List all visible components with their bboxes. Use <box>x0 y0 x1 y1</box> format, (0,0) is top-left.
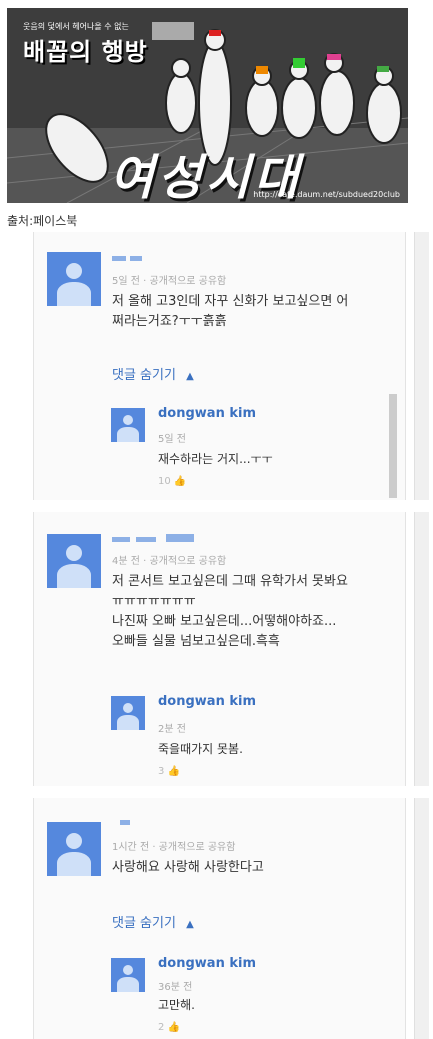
avatar[interactable] <box>111 408 145 442</box>
comment-text-line: 쩌라는거죠?ㅜㅜ흙흙 <box>112 314 227 329</box>
avatar[interactable] <box>47 252 101 306</box>
comment-text-line: 나진짜 오빠 보고싶은데...어떻해야하죠... <box>112 614 337 629</box>
hide-comments-button[interactable]: 댓글 숨기기 ▲ <box>112 364 194 383</box>
thumbs-up-icon: 👍 <box>164 1022 181 1033</box>
reply-likes[interactable]: 3 👍 <box>158 766 180 777</box>
comment-meta: 4분 전 · 공개적으로 공유함 <box>112 556 227 567</box>
reply-meta: 2분 전 <box>158 724 186 735</box>
avatar[interactable] <box>111 696 145 730</box>
side-panel <box>414 232 429 500</box>
reply-likes[interactable]: 2 👍 <box>158 1022 180 1033</box>
avatar[interactable] <box>47 534 101 588</box>
reply-author[interactable]: dongwan kim <box>158 406 256 421</box>
reply-text: 재수하라는 거지...ㅜㅜ <box>158 452 273 466</box>
side-panel <box>414 512 429 786</box>
comment-card: 5일 전 · 공개적으로 공유함 저 올해 고3인데 자꾸 신화가 보고싶으면 … <box>33 232 406 500</box>
comment-text-line: 저 올해 고3인데 자꾸 신화가 보고싶으면 어 <box>112 294 349 309</box>
comment-text-line: 오빠들 실물 넘보고싶은데.흑흑 <box>112 634 280 649</box>
redacted-name <box>112 537 130 542</box>
chevron-up-icon: ▲ <box>186 919 194 930</box>
comment-text-line: ㅠㅠㅠㅠㅠㅠㅠ <box>112 594 196 609</box>
comment-card: 4분 전 · 공개적으로 공유함 저 콘서트 보고싶은데 그때 유학가서 못봐요… <box>33 512 406 786</box>
comment-meta: 5일 전 · 공개적으로 공유함 <box>112 276 227 287</box>
avatar[interactable] <box>111 958 145 992</box>
comment-text-line: 저 콘서트 보고싶은데 그때 유학가서 못봐요 <box>112 574 348 589</box>
redacted-name <box>112 256 126 261</box>
thumbs-up-icon: 👍 <box>164 766 181 777</box>
redacted-name <box>166 534 194 542</box>
source-label: 출처:페이스북 <box>7 214 78 228</box>
thumbs-up-icon: 👍 <box>170 476 187 487</box>
side-panel <box>414 798 429 1039</box>
banner-image: 웃음의 덫에서 헤어나올 수 없는 배꼽의 행방 여성시대 http://caf… <box>7 8 408 203</box>
banner-title: 배꼽의 행방 <box>23 38 148 66</box>
chevron-up-icon: ▲ <box>186 371 194 382</box>
hide-comments-label: 댓글 숨기기 <box>112 916 176 931</box>
avatar[interactable] <box>47 822 101 876</box>
scrollbar[interactable] <box>389 394 397 498</box>
reply-author[interactable]: dongwan kim <box>158 956 256 971</box>
reply-author[interactable]: dongwan kim <box>158 694 256 709</box>
reply-text: 죽을때가지 못봄. <box>158 742 243 756</box>
redacted-name <box>130 256 142 261</box>
reply-likes[interactable]: 10 👍 <box>158 476 186 487</box>
hide-comments-label: 댓글 숨기기 <box>112 368 176 383</box>
comment-text-line: 사랑해요 사랑해 사랑한다고 <box>112 860 264 875</box>
redacted-name <box>136 537 156 542</box>
reply-text: 고만해. <box>158 998 195 1012</box>
comment-meta: 1시간 전 · 공개적으로 공유함 <box>112 842 236 853</box>
comment-card: 1시간 전 · 공개적으로 공유함 사랑해요 사랑해 사랑한다고 댓글 숨기기 … <box>33 798 406 1039</box>
hide-comments-button[interactable]: 댓글 숨기기 ▲ <box>112 912 194 931</box>
banner-tagline: 웃음의 덫에서 헤어나올 수 없는 <box>23 22 129 31</box>
redacted-name <box>120 820 130 825</box>
like-count: 10 <box>158 476 171 487</box>
reply-meta: 36분 전 <box>158 982 193 993</box>
reply-meta: 5일 전 <box>158 434 186 445</box>
banner-url: http://cafe.daum.net/subdued20club <box>253 190 400 199</box>
